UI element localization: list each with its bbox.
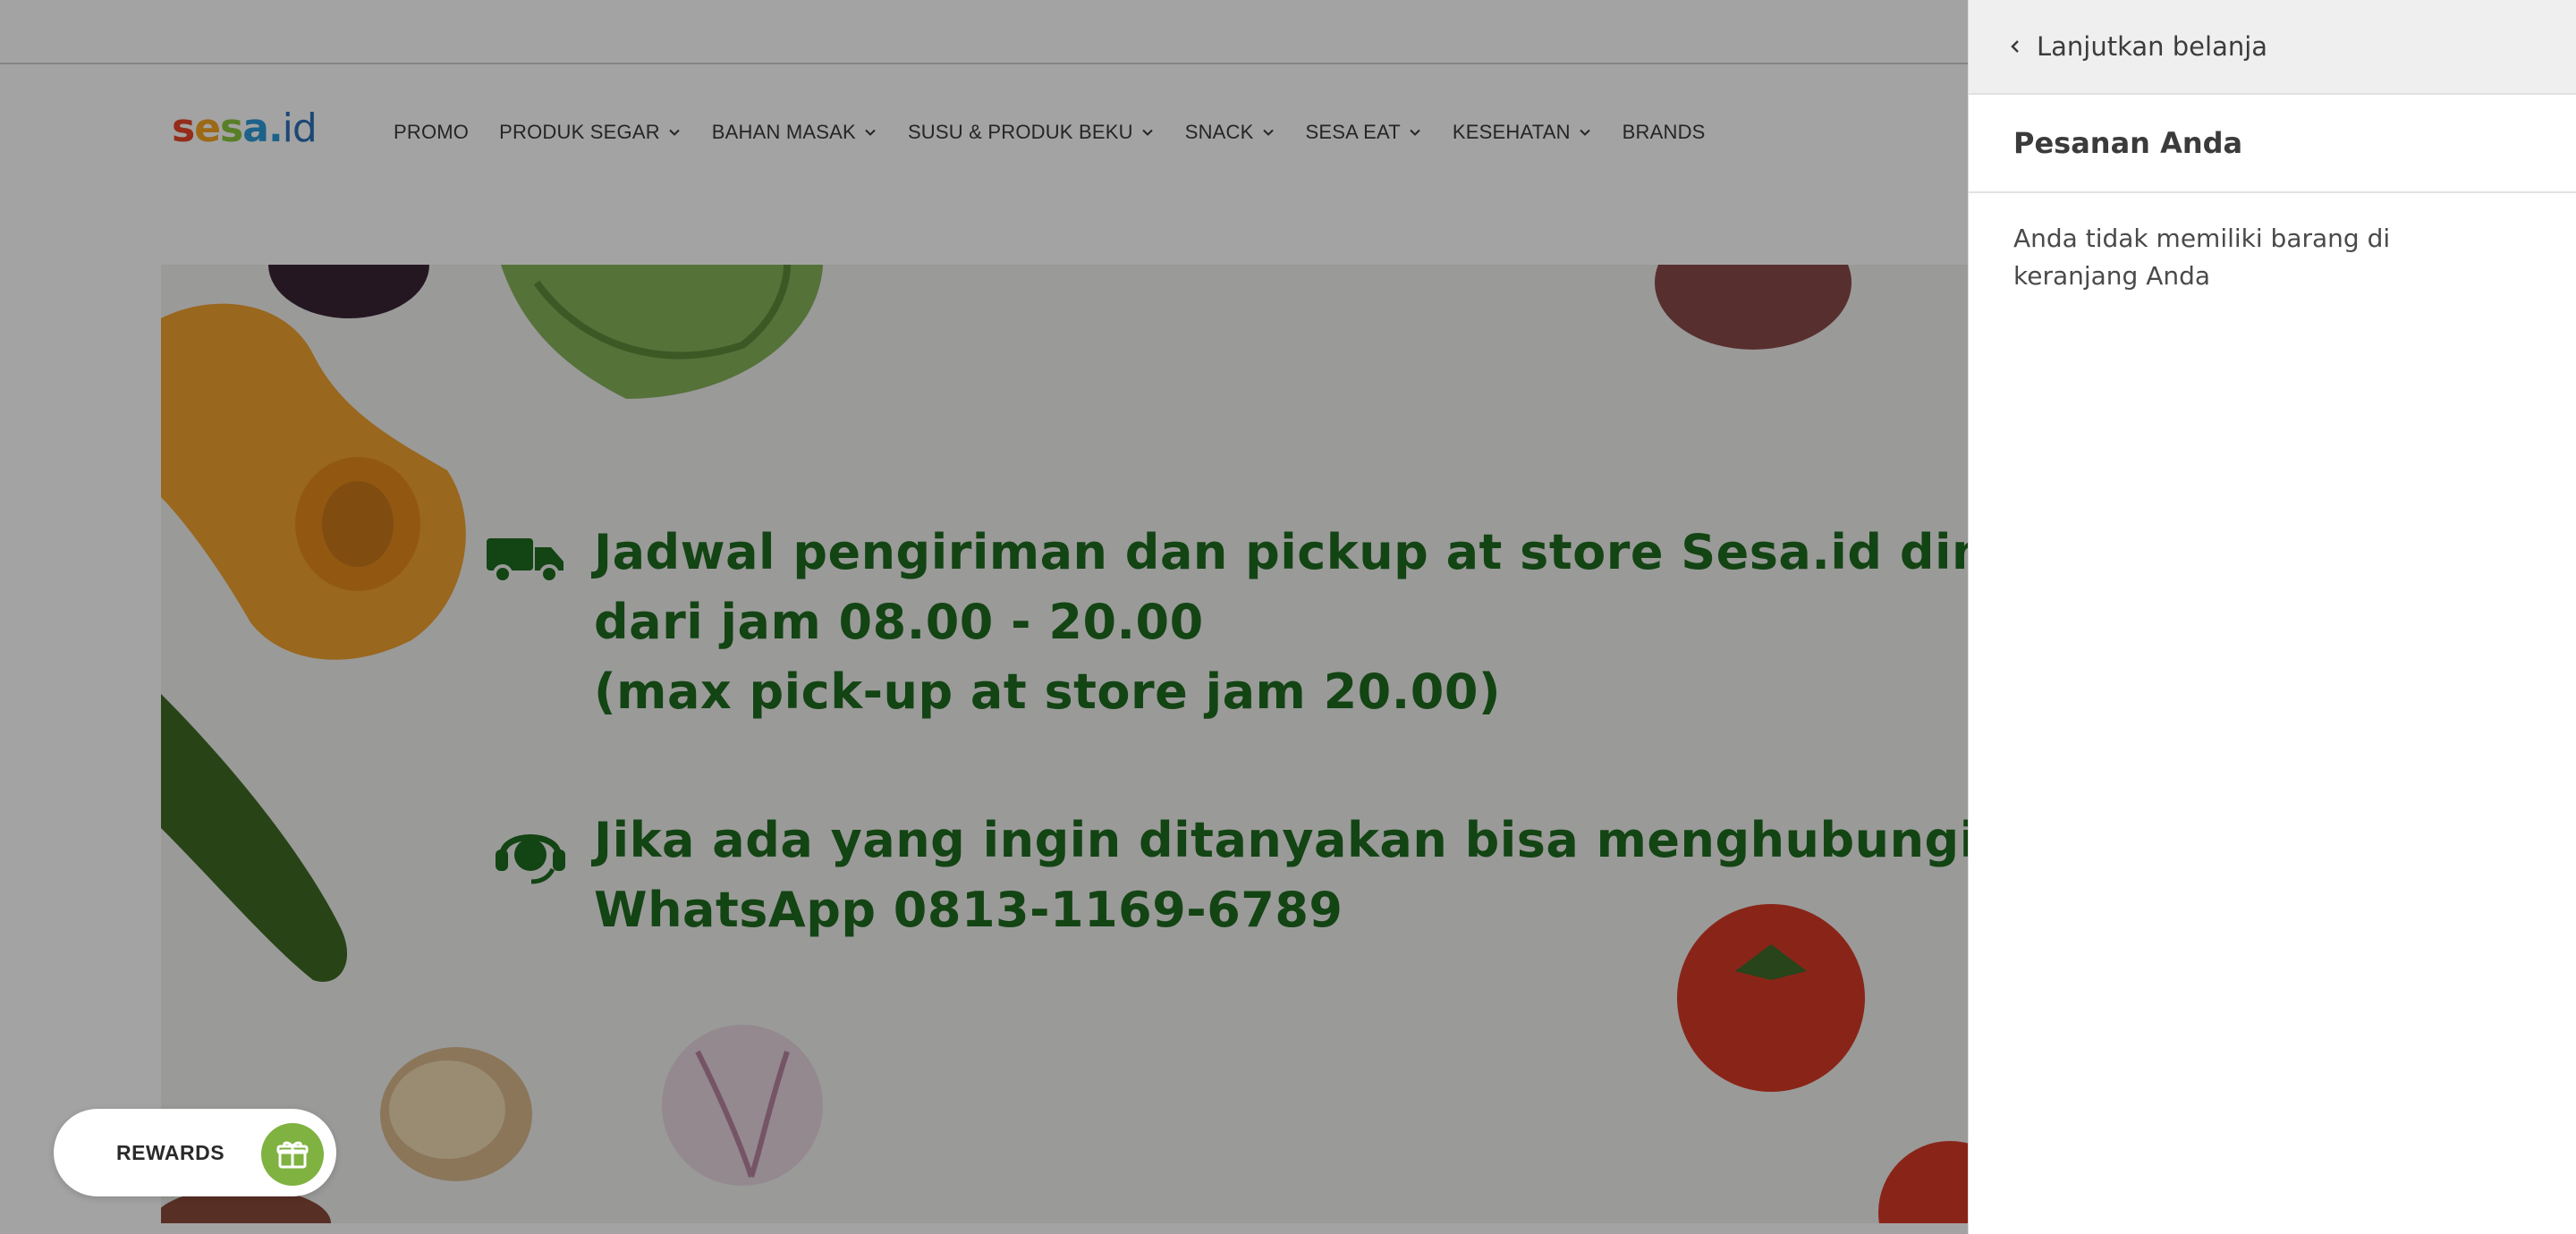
rewards-button[interactable]: REWARDS xyxy=(54,1109,336,1196)
modal-backdrop[interactable] xyxy=(0,0,1968,1234)
continue-shopping-button[interactable]: Lanjutkan belanja xyxy=(1969,0,2576,95)
continue-shopping-label: Lanjutkan belanja xyxy=(2037,31,2268,62)
cart-drawer: Lanjutkan belanja Pesanan Anda Anda tida… xyxy=(1968,0,2576,1234)
cart-title: Pesanan Anda xyxy=(1969,95,2576,193)
chevron-left-icon xyxy=(2006,38,2024,55)
gift-icon xyxy=(261,1123,324,1186)
cart-empty-message: Anda tidak memiliki barang di keranjang … xyxy=(2013,224,2391,291)
rewards-label: REWARDS xyxy=(116,1140,225,1164)
